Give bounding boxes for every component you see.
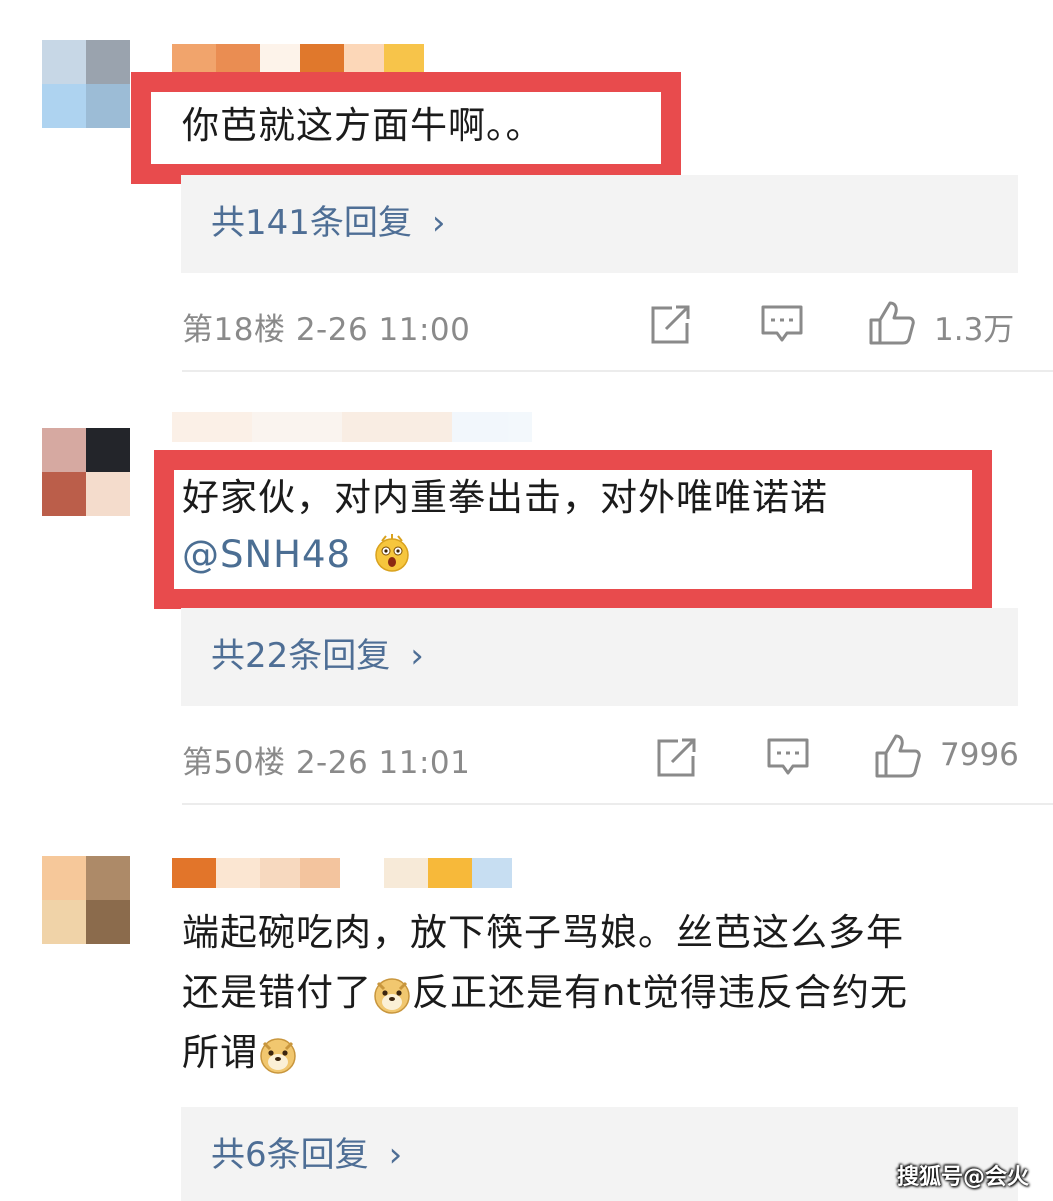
reply-count: 共141条回复 [211,203,412,243]
comment-icon[interactable] [766,737,810,779]
chevron-right-icon: › [388,1135,403,1175]
doge-emoji [260,1037,296,1074]
avatar[interactable] [42,40,130,128]
comment-line: 反正还是有nt觉得违反合约无 [412,971,908,1014]
comment-line: 所谓 [182,1031,258,1074]
reply-summary[interactable]: 共22条回复 › [181,608,1018,706]
like-count: 7996 [940,737,1019,773]
username-blurred[interactable] [172,858,512,888]
like-icon[interactable] [868,300,916,346]
avatar[interactable] [42,428,130,516]
comment-line: 好家伙，对内重拳出击，对外唯唯诺诺 [182,476,828,519]
username-blurred[interactable] [172,44,424,74]
comment-text: 你芭就这方面牛啊。。 [182,104,544,147]
floor-number: 第18楼 [182,312,286,348]
shocked-face-emoji [375,533,409,572]
avatar[interactable] [42,856,130,944]
watermark: 搜狐号@会火 [896,1165,1029,1190]
floor-number: 第50楼 [182,745,286,781]
timestamp: 2-26 11:00 [295,312,471,348]
replies-link[interactable]: 共6条回复 › [211,1135,402,1175]
chevron-right-icon: › [431,203,446,243]
comment-text: 端起碗吃肉，放下筷子骂娘。丝芭这么多年 还是错付了 反正还是有nt觉得违反合约无… [182,903,908,1083]
timestamp: 2-26 11:01 [295,745,471,781]
share-icon[interactable] [650,305,692,345]
username-blurred[interactable] [172,412,532,442]
divider [182,370,1053,372]
replies-link[interactable]: 共141条回复 › [211,203,446,243]
reply-count: 共6条回复 [211,1135,369,1175]
comment-icon[interactable] [760,304,804,346]
comment-line: 端起碗吃肉，放下筷子骂娘。丝芭这么多年 [182,911,904,954]
reply-summary[interactable]: 共6条回复 › [181,1107,1018,1201]
share-icon[interactable] [656,738,698,778]
comment-line: 还是错付了 [182,971,372,1014]
mention-link[interactable]: @SNH48 [182,533,351,576]
reply-summary[interactable]: 共141条回复 › [181,175,1018,273]
reply-count: 共22条回复 [211,636,391,676]
comment-meta: 第18楼 2-26 11:00 [182,304,470,349]
like-icon[interactable] [874,733,922,779]
divider [182,803,1053,805]
replies-link[interactable]: 共22条回复 › [211,636,424,676]
comment-text: 好家伙，对内重拳出击，对外唯唯诺诺 @SNH48 [182,469,828,583]
doge-emoji [374,977,410,1014]
chevron-right-icon: › [410,636,424,676]
like-count: 1.3万 [934,312,1015,348]
comment-meta: 第50楼 2-26 11:01 [182,737,470,782]
